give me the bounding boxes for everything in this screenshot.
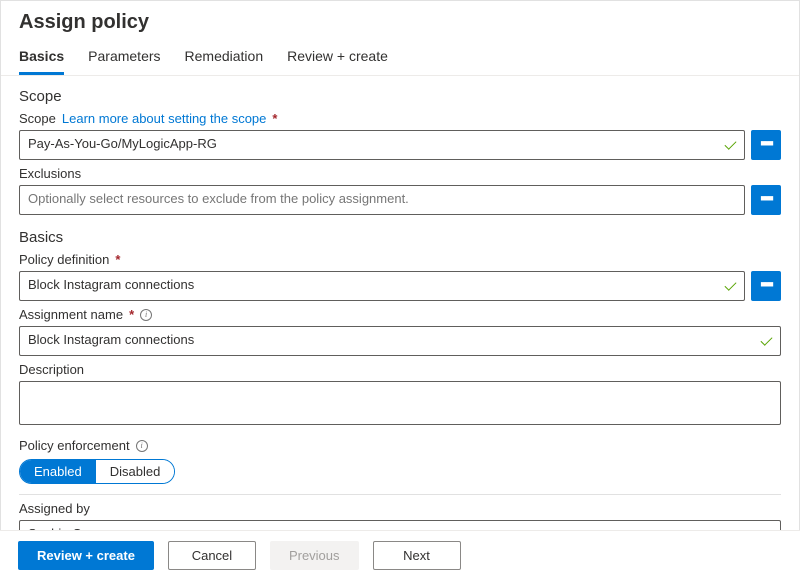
exclusions-picker-button[interactable]: ■ ■ ■ [751, 185, 781, 215]
required-marker: * [272, 111, 277, 126]
scope-picker-button[interactable]: ■ ■ ■ [751, 130, 781, 160]
scope-label: Scope [19, 111, 56, 126]
next-button[interactable]: Next [373, 541, 461, 570]
previous-button: Previous [270, 541, 359, 570]
scope-hint-link[interactable]: Learn more about setting the scope [62, 111, 267, 126]
policy-enforcement-label: Policy enforcement [19, 438, 130, 453]
assigned-by-label: Assigned by [19, 501, 90, 516]
assignment-name-label: Assignment name [19, 307, 123, 322]
divider [19, 494, 781, 495]
tab-parameters[interactable]: Parameters [88, 42, 160, 75]
required-marker: * [115, 252, 120, 267]
required-marker: * [129, 307, 134, 322]
info-icon[interactable]: i [136, 440, 148, 452]
tab-basics[interactable]: Basics [19, 42, 64, 75]
policy-definition-picker-button[interactable]: ■ ■ ■ [751, 271, 781, 301]
info-icon[interactable]: i [140, 309, 152, 321]
policy-definition-label: Policy definition [19, 252, 109, 267]
basics-section-header: Basics [19, 229, 781, 246]
tab-review-create[interactable]: Review + create [287, 42, 388, 75]
tab-bar: Basics Parameters Remediation Review + c… [1, 36, 799, 76]
content-area: Scope Scope Learn more about setting the… [1, 76, 799, 550]
exclusions-input[interactable]: Optionally select resources to exclude f… [19, 185, 745, 215]
policy-enforcement-toggle[interactable]: Enabled Disabled [19, 459, 175, 484]
assignment-name-input[interactable]: Block Instagram connections [19, 326, 781, 356]
footer-bar: Review + create Cancel Previous Next [0, 530, 800, 580]
description-textarea[interactable] [19, 381, 781, 425]
exclusions-label: Exclusions [19, 166, 81, 181]
policy-definition-input[interactable]: Block Instagram connections [19, 271, 745, 301]
review-create-button[interactable]: Review + create [18, 541, 154, 570]
scope-input[interactable]: Pay-As-You-Go/MyLogicApp-RG [19, 130, 745, 160]
cancel-button[interactable]: Cancel [168, 541, 256, 570]
enforcement-disabled-option[interactable]: Disabled [96, 460, 175, 483]
tab-remediation[interactable]: Remediation [185, 42, 264, 75]
page-title: Assign policy [1, 1, 799, 36]
scope-section-header: Scope [19, 88, 781, 105]
description-label: Description [19, 362, 84, 377]
enforcement-enabled-option[interactable]: Enabled [20, 460, 96, 483]
scope-label-row: Scope Learn more about setting the scope… [19, 111, 781, 126]
